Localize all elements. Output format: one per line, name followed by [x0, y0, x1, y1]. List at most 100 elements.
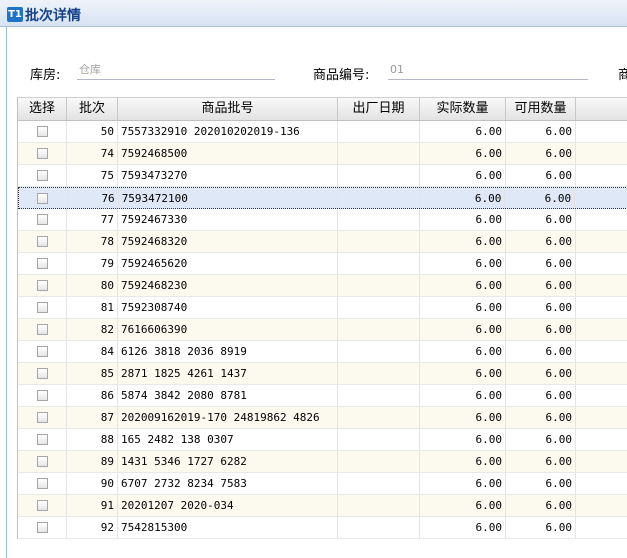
select-checkbox[interactable] [36, 499, 48, 511]
actual-qty-cell: 6.00 [420, 385, 506, 406]
production-date-cell [338, 341, 420, 362]
table-row[interactable]: 79 7592465620 6.00 6.00 [18, 253, 627, 275]
select-checkbox[interactable] [36, 411, 48, 423]
lot-number-cell: 7616606390 [118, 319, 338, 340]
select-checkbox[interactable] [36, 433, 48, 445]
product-code-label: 商品编号: [313, 68, 370, 83]
table-row[interactable]: 91 20201207 2020-034 6.00 6.00 [18, 495, 627, 517]
actual-qty-cell: 6.00 [420, 451, 506, 472]
overflow-cell [576, 473, 627, 494]
batch-cell: 79 [67, 253, 118, 274]
select-checkbox[interactable] [36, 213, 48, 225]
select-checkbox[interactable] [36, 301, 48, 313]
lot-number-cell: 6707 2732 8234 7583 [118, 473, 338, 494]
table-row[interactable]: 76 7593472100 6.00 6.00 [18, 187, 627, 209]
table-row[interactable]: 86 5874 3842 2080 8781 6.00 6.00 [18, 385, 627, 407]
actual-qty-cell: 6.00 [420, 253, 506, 274]
lot-number-cell: 6126 3818 2036 8919 [118, 341, 338, 362]
select-checkbox-cell [18, 275, 67, 296]
lot-number-cell: 7592468230 [118, 275, 338, 296]
actual-qty-cell: 6.00 [420, 297, 506, 318]
select-checkbox[interactable] [36, 279, 48, 291]
select-checkbox[interactable] [36, 345, 48, 357]
window-title: 批次详情 [25, 8, 81, 24]
batch-cell: 85 [67, 363, 118, 384]
overflow-cell [576, 275, 627, 296]
actual-qty-cell: 6.00 [420, 165, 506, 186]
table-row[interactable]: 74 7592468500 6.00 6.00 [18, 143, 627, 165]
lot-number-cell: 165 2482 138 0307 [118, 429, 338, 450]
batch-cell: 92 [67, 517, 118, 538]
actual-qty-cell: 6.00 [420, 209, 506, 230]
select-checkbox[interactable] [36, 477, 48, 489]
select-checkbox-cell [18, 297, 67, 318]
overflow-cell [576, 297, 627, 318]
lot-number-cell: 7593473270 [118, 165, 338, 186]
overflow-cell [575, 188, 627, 208]
select-checkbox[interactable] [36, 257, 48, 269]
lot-number-cell: 7593472100 [119, 188, 338, 208]
available-qty-cell: 6.00 [506, 385, 576, 406]
table-row[interactable]: 50 7557332910 202010202019-136 6.00 6.00 [18, 121, 627, 143]
available-qty-cell: 6.00 [506, 451, 576, 472]
select-checkbox-cell [18, 231, 67, 252]
table-row[interactable]: 77 7592467330 6.00 6.00 [18, 209, 627, 231]
lot-number-cell: 7592467330 [118, 209, 338, 230]
available-qty-cell: 6.00 [506, 407, 576, 428]
table-row[interactable]: 88 165 2482 138 0307 6.00 6.00 [18, 429, 627, 451]
overflow-cell [576, 385, 627, 406]
production-date-cell [338, 275, 420, 296]
select-checkbox-cell [18, 143, 67, 164]
select-checkbox[interactable] [36, 367, 48, 379]
product-code-input[interactable] [388, 60, 588, 80]
batch-cell: 88 [67, 429, 118, 450]
select-checkbox-cell [18, 253, 67, 274]
select-checkbox[interactable] [36, 323, 48, 335]
select-checkbox[interactable] [36, 125, 48, 137]
available-qty-cell: 6.00 [506, 363, 576, 384]
lot-number-cell: 1431 5346 1727 6282 [118, 451, 338, 472]
grid-header: 选择 批次 商品批号 出厂日期 实际数量 可用数量 [18, 97, 627, 121]
table-row[interactable]: 78 7592468320 6.00 6.00 [18, 231, 627, 253]
col-header-lot-number[interactable]: 商品批号 [118, 98, 338, 120]
table-row[interactable]: 81 7592308740 6.00 6.00 [18, 297, 627, 319]
batch-cell: 78 [67, 231, 118, 252]
available-qty-cell: 6.00 [506, 495, 576, 516]
table-row[interactable]: 82 7616606390 6.00 6.00 [18, 319, 627, 341]
select-checkbox[interactable] [36, 389, 48, 401]
table-row[interactable]: 89 1431 5346 1727 6282 6.00 6.00 [18, 451, 627, 473]
select-checkbox[interactable] [36, 235, 48, 247]
col-header-overflow [576, 98, 627, 120]
overflow-cell [576, 407, 627, 428]
production-date-cell [338, 473, 420, 494]
col-header-production-date[interactable]: 出厂日期 [338, 98, 420, 120]
table-row[interactable]: 87 202009162019-170 24819862 4826 6.00 6.00 [18, 407, 627, 429]
truncated-filter-label: 商 [618, 68, 627, 83]
select-checkbox[interactable] [36, 147, 48, 159]
overflow-cell [576, 495, 627, 516]
table-row[interactable]: 75 7593473270 6.00 6.00 [18, 165, 627, 187]
overflow-cell [576, 165, 627, 186]
table-row[interactable]: 80 7592468230 6.00 6.00 [18, 275, 627, 297]
select-checkbox[interactable] [36, 169, 48, 181]
lot-number-cell: 2871 1825 4261 1437 [118, 363, 338, 384]
table-row[interactable]: 85 2871 1825 4261 1437 6.00 6.00 [18, 363, 627, 385]
col-header-actual-qty[interactable]: 实际数量 [420, 98, 506, 120]
select-checkbox-cell [18, 473, 67, 494]
select-checkbox[interactable] [37, 192, 49, 204]
select-checkbox[interactable] [36, 455, 48, 467]
table-row[interactable]: 90 6707 2732 8234 7583 6.00 6.00 [18, 473, 627, 495]
warehouse-input[interactable] [77, 60, 275, 80]
table-row[interactable]: 92 7542815300 6.00 6.00 [18, 517, 627, 539]
col-header-available-qty[interactable]: 可用数量 [506, 98, 576, 120]
overflow-cell [576, 363, 627, 384]
actual-qty-cell: 6.00 [420, 231, 506, 252]
col-header-batch[interactable]: 批次 [67, 98, 118, 120]
table-row[interactable]: 84 6126 3818 2036 8919 6.00 6.00 [18, 341, 627, 363]
select-checkbox[interactable] [36, 521, 48, 533]
production-date-cell [338, 429, 420, 450]
select-checkbox-cell [19, 188, 68, 208]
overflow-cell [576, 231, 627, 252]
select-checkbox-cell [18, 429, 67, 450]
col-header-select[interactable]: 选择 [18, 98, 67, 120]
